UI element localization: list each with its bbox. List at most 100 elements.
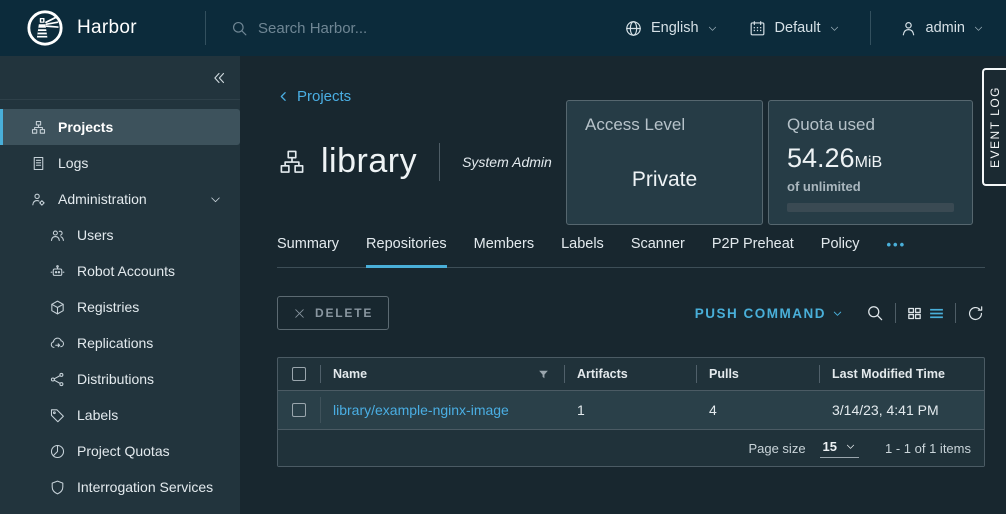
sidebar-item-distributions[interactable]: Distributions	[0, 361, 240, 397]
theme-dropdown[interactable]: Default	[748, 19, 840, 38]
delete-button[interactable]: DELETE	[277, 296, 389, 330]
table-footer: Page size 15 1 - 1 of 1 items	[278, 429, 984, 466]
access-level-card: Access Level Private	[566, 100, 763, 225]
sidebar-item-label: Project Quotas	[77, 443, 170, 459]
main-content: Projects library System Admin Access Lev…	[240, 56, 1006, 514]
language-dropdown[interactable]: English	[624, 19, 718, 38]
toolbar-divider	[895, 303, 896, 323]
sidebar-item-registries[interactable]: Registries	[0, 289, 240, 325]
tab-labels[interactable]: Labels	[561, 236, 604, 268]
tab-overflow-button[interactable]: •••	[886, 237, 906, 268]
tab-members[interactable]: Members	[474, 236, 534, 268]
sidebar-item-users[interactable]: Users	[0, 217, 240, 253]
pulls-cell: 4	[696, 391, 819, 429]
title-divider	[439, 143, 440, 181]
tab-repositories[interactable]: Repositories	[366, 236, 447, 268]
filter-icon[interactable]	[537, 368, 550, 381]
cube-icon	[49, 299, 66, 316]
push-command-dropdown[interactable]: PUSH COMMAND	[695, 306, 843, 321]
brand-title: Harbor	[77, 17, 137, 39]
sidebar-nav: Projects Logs Administration	[0, 100, 240, 505]
repository-link[interactable]: library/example-nginx-image	[333, 402, 509, 418]
tab-p2p-preheat[interactable]: P2P Preheat	[712, 236, 794, 268]
users-icon	[49, 227, 66, 244]
project-tabs: Summary Repositories Members Labels Scan…	[277, 236, 985, 268]
chevron-down-icon	[832, 308, 843, 319]
breadcrumb-projects-link[interactable]: Projects	[277, 88, 351, 105]
search-repositories-icon[interactable]	[865, 303, 885, 323]
chevron-left-icon	[277, 90, 290, 103]
header-controls: English Default	[624, 11, 1006, 45]
sidebar-item-label: Users	[77, 227, 114, 243]
quota-subtext: of unlimited	[787, 179, 954, 194]
table-row[interactable]: library/example-nginx-image 1 4 3/14/23,…	[278, 391, 984, 429]
tab-scanner[interactable]: Scanner	[631, 236, 685, 268]
quota-progress-bar	[787, 203, 954, 212]
double-chevron-left-icon	[210, 69, 228, 87]
sidebar-item-projects[interactable]: Projects	[0, 109, 240, 145]
shield-icon	[49, 479, 66, 496]
tab-summary[interactable]: Summary	[277, 236, 339, 268]
admin-gear-icon	[30, 191, 47, 208]
column-header-artifacts: Artifacts	[564, 358, 696, 390]
sidebar-item-label: Interrogation Services	[77, 479, 213, 495]
sidebar-item-label: Projects	[58, 119, 113, 135]
quota-value: 54.26	[787, 143, 855, 174]
sidebar-collapse-button[interactable]	[0, 56, 240, 100]
refresh-icon[interactable]	[966, 304, 985, 323]
event-log-tab[interactable]: EVENT LOG	[982, 68, 1006, 186]
repo-name-cell: library/example-nginx-image	[320, 391, 564, 429]
chevron-down-icon	[209, 193, 222, 206]
share-icon	[49, 371, 66, 388]
repositories-toolbar: DELETE PUSH COMMAND	[277, 296, 985, 330]
search-icon	[230, 19, 249, 38]
sidebar-item-interrogation-services[interactable]: Interrogation Services	[0, 469, 240, 505]
select-all-checkbox[interactable]	[292, 367, 306, 381]
search-input[interactable]	[258, 20, 478, 37]
delete-button-label: DELETE	[315, 306, 373, 320]
repositories-table: Name Artifacts Pulls Last Modified Time …	[277, 357, 985, 467]
theme-label: Default	[775, 20, 821, 36]
page-size-value: 15	[823, 439, 837, 454]
sidebar-item-labels[interactable]: Labels	[0, 397, 240, 433]
push-command-label: PUSH COMMAND	[695, 306, 826, 321]
chevron-down-icon	[707, 23, 718, 34]
sidebar-item-administration[interactable]: Administration	[0, 181, 240, 217]
page-size-select[interactable]: 15	[820, 439, 859, 458]
user-role-badge: System Admin	[462, 154, 552, 170]
sidebar-item-label: Registries	[77, 299, 139, 315]
project-title-row: library System Admin	[277, 142, 552, 181]
chevron-down-icon	[845, 441, 856, 452]
theme-icon	[748, 19, 767, 38]
logs-icon	[30, 155, 47, 172]
last-modified-cell: 3/14/23, 4:41 PM	[819, 391, 984, 429]
sidebar-item-label: Logs	[58, 155, 88, 171]
select-all-cell	[278, 358, 320, 390]
sidebar-item-robot-accounts[interactable]: Robot Accounts	[0, 253, 240, 289]
org-chart-icon	[30, 119, 47, 136]
column-header-name: Name	[320, 358, 564, 390]
sidebar-item-project-quotas[interactable]: Project Quotas	[0, 433, 240, 469]
artifacts-cell: 1	[564, 391, 696, 429]
tag-icon	[49, 407, 66, 424]
x-icon	[293, 307, 306, 320]
sidebar-item-replications[interactable]: Replications	[0, 325, 240, 361]
harbor-logo-icon	[26, 9, 64, 47]
access-level-value: Private	[585, 168, 744, 192]
global-search	[230, 19, 478, 38]
tab-policy[interactable]: Policy	[821, 236, 860, 268]
access-level-label: Access Level	[585, 115, 744, 135]
quota-unit: MiB	[855, 154, 883, 172]
sidebar-item-logs[interactable]: Logs	[0, 145, 240, 181]
table-header-row: Name Artifacts Pulls Last Modified Time	[278, 358, 984, 391]
brand-block[interactable]: Harbor	[0, 9, 205, 47]
toolbar-divider	[955, 303, 956, 323]
user-menu-dropdown[interactable]: admin	[899, 19, 985, 38]
row-checkbox[interactable]	[292, 403, 306, 417]
header-divider	[205, 11, 206, 45]
list-view-icon[interactable]	[928, 305, 945, 322]
card-view-icon[interactable]	[906, 305, 923, 322]
quota-label: Quota used	[787, 115, 954, 135]
items-range-summary: 1 - 1 of 1 items	[885, 441, 971, 456]
quota-card: Quota used 54.26 MiB of unlimited	[768, 100, 973, 225]
